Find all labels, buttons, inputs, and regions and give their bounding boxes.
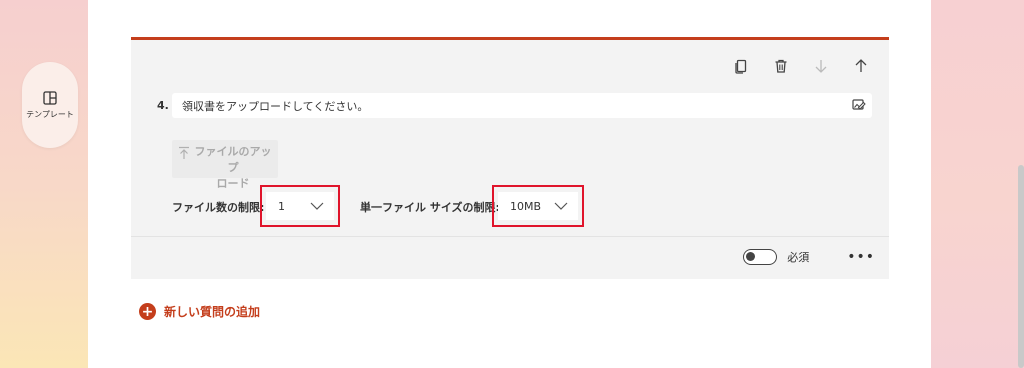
file-size-select[interactable]: 10MB — [498, 192, 578, 220]
file-count-label: ファイル数の制限: — [172, 201, 265, 214]
upload-icon — [179, 146, 189, 159]
upload-label-line1: ファイルのアップ — [194, 145, 272, 174]
file-count-highlight: 1 — [260, 185, 340, 227]
question-card[interactable]: 4. 領収書をアップロードしてください。 ファイルのアップ ロード ファイル数の… — [131, 37, 889, 279]
file-count-select[interactable]: 1 — [266, 192, 334, 220]
left-background — [0, 0, 88, 368]
scrollbar[interactable] — [1018, 165, 1024, 368]
template-label: テンプレート — [26, 109, 74, 119]
file-count-value: 1 — [278, 199, 285, 213]
add-question-label: 新しい質問の追加 — [164, 305, 261, 319]
add-question-button[interactable]: + 新しい質問の追加 — [139, 303, 260, 320]
file-upload-button[interactable]: ファイルのアップ ロード — [172, 140, 278, 190]
right-background — [931, 0, 1024, 368]
plus-circle-icon: + — [139, 303, 156, 320]
toggle-knob — [746, 252, 756, 261]
chevron-down-icon — [554, 202, 568, 210]
copy-icon[interactable] — [731, 56, 751, 76]
more-options-icon[interactable]: ••• — [847, 250, 875, 264]
question-title-text: 領収書をアップロードしてください。 — [182, 99, 369, 113]
question-row: 4. 領収書をアップロードしてください。 — [157, 93, 872, 118]
image-edit-icon[interactable] — [852, 98, 866, 115]
template-button[interactable]: テンプレート — [22, 62, 78, 148]
file-size-highlight: 10MB — [492, 185, 584, 227]
required-label: 必須 — [787, 251, 810, 264]
upload-limits: ファイル数の制限: 1 単一ファイル サイズの制限: 10MB — [172, 185, 872, 229]
question-number: 4. — [157, 99, 169, 112]
chevron-down-icon — [310, 202, 324, 210]
delete-icon[interactable] — [771, 56, 791, 76]
card-divider — [131, 236, 889, 237]
required-toggle[interactable] — [743, 249, 778, 265]
file-size-label: 単一ファイル サイズの制限: — [360, 201, 500, 214]
question-toolbar — [731, 56, 871, 76]
layout-icon — [43, 90, 57, 105]
move-up-icon[interactable] — [851, 56, 871, 76]
question-title-input[interactable]: 領収書をアップロードしてください。 — [172, 93, 872, 118]
card-footer: 必須 ••• — [743, 249, 875, 265]
file-size-value: 10MB — [510, 199, 542, 213]
move-down-icon[interactable] — [811, 56, 831, 76]
